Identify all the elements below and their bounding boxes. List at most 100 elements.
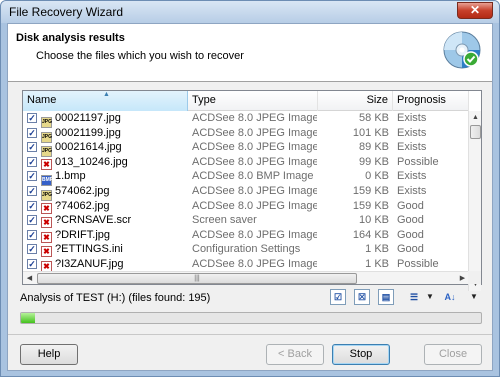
title-bar[interactable]: File Recovery Wizard ✕ <box>1 1 499 23</box>
table-row[interactable]: ✓ JPG 00021197.jpg ACDSee 8.0 JPEG Image 58 … <box>23 111 469 128</box>
file-prognosis: Possible <box>397 155 439 168</box>
scroll-up-icon[interactable]: ▲ <box>469 111 482 124</box>
back-button[interactable]: < Back <box>266 344 324 365</box>
file-name-text: 00021614.jpg <box>55 141 122 154</box>
file-name-text: 1.bmp <box>55 170 86 183</box>
table-row[interactable]: ✓ ✖ ?DRIFT.jpg ACDSee 8.0 JPEG Image 164 KB G… <box>23 228 469 243</box>
wizard-window: File Recovery Wizard ✕ Disk analysis res… <box>0 0 500 377</box>
file-type: Screen saver <box>192 214 257 227</box>
analysis-status: Analysis of TEST (H:) (files found: 195) <box>20 292 211 304</box>
row-checkbox[interactable]: ✓ <box>27 171 37 182</box>
table-row[interactable]: ✓ ✖ ?CRNSAVE.scr Screen saver 10 KB Good <box>23 213 469 229</box>
row-checkbox[interactable]: ✓ <box>27 142 37 153</box>
column-name[interactable]: Name ▲ <box>23 91 188 111</box>
vertical-scroll-thumb[interactable] <box>470 125 481 139</box>
file-prognosis: Good <box>397 214 424 227</box>
column-size[interactable]: Size <box>318 91 393 111</box>
file-name-text: ?74062.jpg <box>55 199 110 212</box>
file-rows: ✓ JPG 00021197.jpg ACDSee 8.0 JPEG Image 58 … <box>23 111 469 272</box>
damaged-file-icon: ✖ <box>41 231 52 243</box>
file-name: ✖ ?DRIFT.jpg <box>41 228 191 243</box>
file-name-text: ?DRIFT.jpg <box>55 228 111 241</box>
file-name: ✖ ?ETTINGS.ini <box>41 242 191 258</box>
help-button[interactable]: Help <box>20 344 78 365</box>
file-prognosis: Good <box>397 243 424 256</box>
wizard-header: Disk analysis results Choose the files w… <box>8 24 492 82</box>
file-type: ACDSee 8.0 JPEG Image <box>192 257 317 270</box>
horizontal-scrollbar[interactable]: ◀ ||| ▶ <box>23 271 469 284</box>
file-prognosis: Possible <box>397 257 439 270</box>
stop-button[interactable]: Stop <box>332 344 390 365</box>
row-checkbox[interactable]: ✓ <box>27 127 37 138</box>
column-header: Name ▲ Type Size Prognosis <box>23 91 469 111</box>
file-type: Configuration Settings <box>192 243 301 256</box>
file-size: 164 KB <box>352 228 389 241</box>
file-type: ACDSee 8.0 JPEG Image <box>192 155 317 168</box>
analysis-progress-bar <box>20 312 482 324</box>
row-checkbox[interactable]: ✓ <box>27 244 37 255</box>
file-name: ✖ ?CRNSAVE.scr <box>41 213 191 229</box>
file-prognosis: Exists <box>397 170 427 183</box>
invert-selection-icon[interactable]: ▤ <box>378 289 394 305</box>
row-checkbox[interactable]: ✓ <box>27 113 37 123</box>
damaged-file-icon: ✖ <box>41 202 52 214</box>
table-row[interactable]: ✓ ✖ ?I3ZANUF.jpg ACDSee 8.0 JPEG Image 1 KB P… <box>23 257 469 272</box>
close-button[interactable]: Close <box>424 344 482 365</box>
row-checkbox[interactable]: ✓ <box>27 215 37 226</box>
horizontal-scroll-thumb[interactable]: ||| <box>37 273 357 284</box>
column-type[interactable]: Type <box>188 91 318 111</box>
file-size: 58 KB <box>359 112 389 124</box>
check-all-icon[interactable]: ☑ <box>330 289 346 305</box>
table-row[interactable]: ✓ BMP 1.bmp ACDSee 8.0 BMP Image 0 KB Exists <box>23 169 469 187</box>
table-row[interactable]: ✓ ✖ ?ETTINGS.ini Configuration Settings 1 KB… <box>23 242 469 258</box>
file-size: 89 KB <box>359 141 389 154</box>
file-size: 101 KB <box>352 126 389 139</box>
row-checkbox[interactable]: ✓ <box>27 156 37 167</box>
file-type: ACDSee 8.0 JPEG Image <box>192 184 317 197</box>
file-size: 99 KB <box>359 155 389 168</box>
file-name-text: ?CRNSAVE.scr <box>55 214 132 227</box>
file-name: ✖ ?I3ZANUF.jpg <box>41 257 191 272</box>
table-row[interactable]: ✓ ✖ 013_10246.jpg ACDSee 8.0 JPEG Image 99 K… <box>23 155 469 170</box>
table-row[interactable]: ✓ JPG 574062.jpg ACDSee 8.0 JPEG Image 159 K… <box>23 184 469 201</box>
row-checkbox[interactable]: ✓ <box>27 185 37 196</box>
table-row[interactable]: ✓ JPG 00021614.jpg ACDSee 8.0 JPEG Image 89 … <box>23 140 469 158</box>
file-size: 10 KB <box>359 214 389 227</box>
row-checkbox[interactable]: ✓ <box>27 258 37 269</box>
damaged-file-icon: ✖ <box>41 217 52 229</box>
uncheck-all-icon[interactable]: ☒ <box>354 289 370 305</box>
vertical-scrollbar[interactable]: ▲ ▼ <box>468 111 481 291</box>
file-size: 0 KB <box>365 170 389 183</box>
file-name-text: 00021199.jpg <box>55 126 121 139</box>
file-prognosis: Good <box>397 228 424 241</box>
file-type: ACDSee 8.0 JPEG Image <box>192 141 317 154</box>
file-name-text: 00021197.jpg <box>55 112 121 124</box>
file-name: ✖ ?74062.jpg <box>41 199 191 214</box>
file-type: ACDSee 8.0 JPEG Image <box>192 199 317 212</box>
progress-fill <box>21 313 35 323</box>
view-mode-dropdown-icon[interactable]: ▼ <box>426 292 434 301</box>
file-prognosis: Exists <box>397 126 427 139</box>
scroll-left-icon[interactable]: ◀ <box>23 272 36 285</box>
sort-ascending-icon: ▲ <box>103 91 110 98</box>
view-mode-icon[interactable]: ☰ <box>406 289 422 305</box>
sort-dropdown-icon[interactable]: ▼ <box>470 292 478 301</box>
header-subtitle: Choose the files which you wish to recov… <box>36 50 244 62</box>
file-name-text: 013_10246.jpg <box>55 155 128 168</box>
file-prognosis: Exists <box>397 112 427 124</box>
file-list[interactable]: Name ▲ Type Size Prognosis ✓ JPG 00021197.… <box>22 90 482 291</box>
table-row[interactable]: ✓ JPG 00021199.jpg ACDSee 8.0 JPEG Image 101… <box>23 126 469 143</box>
sort-icon[interactable]: A↓ <box>442 289 458 305</box>
wizard-client: Disk analysis results Choose the files w… <box>7 23 493 371</box>
file-name: ✖ 013_10246.jpg <box>41 155 191 170</box>
scroll-corner <box>468 271 481 284</box>
table-row[interactable]: ✓ ✖ ?74062.jpg ACDSee 8.0 JPEG Image 159 KB G… <box>23 199 469 214</box>
file-name-text: ?ETTINGS.ini <box>55 243 123 256</box>
window-close-button[interactable]: ✕ <box>457 2 493 19</box>
column-name-label: Name <box>27 94 57 106</box>
row-checkbox[interactable]: ✓ <box>27 229 37 240</box>
column-prognosis[interactable]: Prognosis <box>393 91 469 111</box>
row-checkbox[interactable]: ✓ <box>27 200 37 211</box>
file-name-text: 574062.jpg <box>55 184 110 197</box>
file-prognosis: Exists <box>397 141 427 154</box>
